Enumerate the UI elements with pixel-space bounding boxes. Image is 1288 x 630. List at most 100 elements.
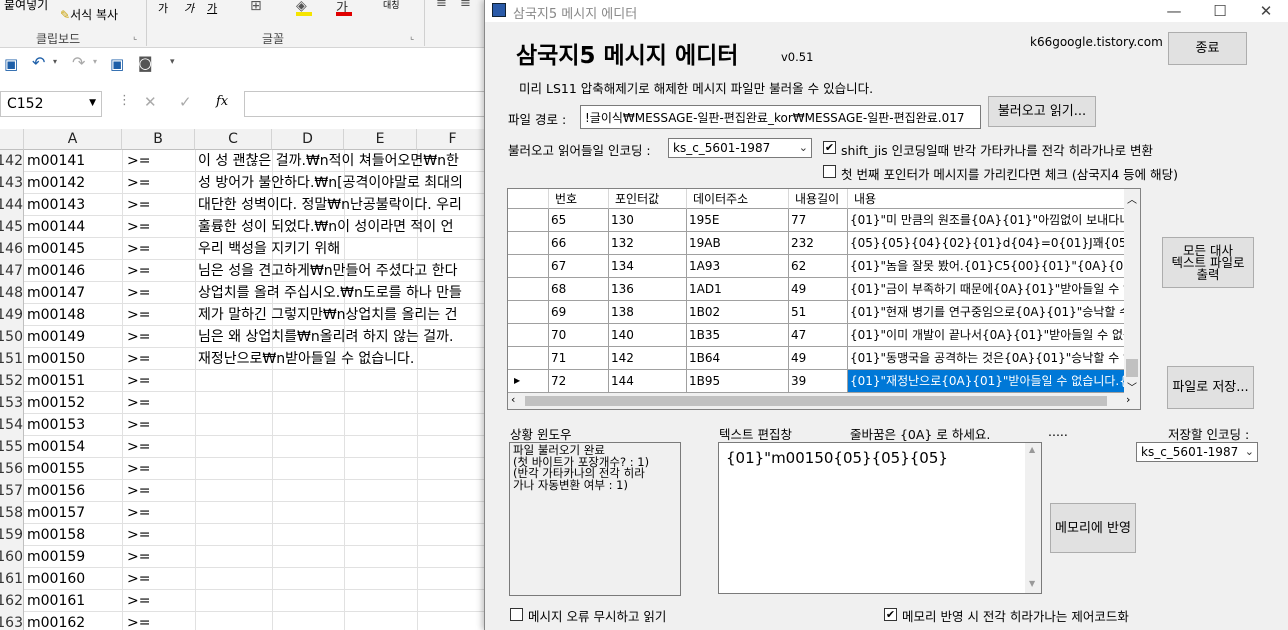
cell-b[interactable]: >= [127,326,150,348]
row-number[interactable]: 148 [0,282,24,304]
row-number[interactable]: 151 [0,348,24,370]
cell-b[interactable]: >= [127,612,150,630]
format-painter-button[interactable]: ✎서식 복사 [60,6,118,23]
grid-cell-address[interactable]: 1A93 [687,255,789,277]
grid-cell-pointer[interactable]: 138 [609,301,687,323]
cell-b[interactable]: >= [127,194,150,216]
row-header[interactable] [508,278,549,300]
save-as-icon[interactable]: ▣ [110,55,124,73]
row-number[interactable]: 161 [0,568,24,590]
undo-icon[interactable]: ↶ [32,53,45,72]
scroll-thumb[interactable] [525,396,1107,406]
cell-a[interactable]: m00150 [27,348,85,370]
column-header-f[interactable]: F [417,129,489,150]
undo-dropdown-icon[interactable]: ▾ [53,57,57,66]
encoding-select[interactable]: ks_c_5601-1987 ⌄ [668,138,812,158]
table-row[interactable]: 69 138 1B02 51 {01}"현재 병기를 연구중임으로{0A}{01}"승낙… [508,301,1130,324]
grid-header-length[interactable]: 내용길이 [789,189,848,209]
cell-b[interactable]: >= [127,150,150,172]
grid-cell-no[interactable]: 69 [549,301,609,323]
cell-a[interactable]: m00142 [27,172,85,194]
cell-b[interactable]: >= [127,590,150,612]
grid-cell-length[interactable]: 62 [789,255,848,277]
cancel-icon[interactable]: ✕ [144,93,157,111]
cell-a[interactable]: m00147 [27,282,85,304]
grid-cell-address[interactable]: 1B35 [687,324,789,346]
cell-c[interactable]: 대단한 성벽이다. 정말₩n난공불락이다. 우리 [198,194,486,216]
grid-cell-no[interactable]: 65 [549,209,609,231]
cell-c[interactable]: 성 방어가 불안하다.₩n[공격이야말로 최대의 [198,172,486,194]
save-encoding-select[interactable]: ks_c_5601-1987 ⌄ [1136,442,1258,462]
dialog-launcher-icon[interactable]: ⌞ [410,32,414,42]
grid-cell-content[interactable]: {01}"이미 개발이 끝나서{0A}{01}"받아들일 수 없습... [848,324,1130,346]
cell-a[interactable]: m00149 [27,326,85,348]
table-row[interactable]: 65 130 195E 77 {01}"미 만큼의 원조를{0A}{01}"아낌없이 보… [508,209,1130,232]
cell-b[interactable]: >= [127,348,150,370]
cell-a[interactable]: m00144 [27,216,85,238]
select-all-corner[interactable] [0,129,24,150]
cell-b[interactable]: >= [127,480,150,502]
row-header[interactable] [508,301,549,323]
cell-a[interactable]: m00154 [27,436,85,458]
align-left-icon[interactable]: ≡ [436,0,447,11]
cell-c[interactable]: 님은 성을 견고하게₩n만들어 주셨다고 한다 [198,260,486,282]
scroll-up-icon[interactable]: ︿ [1127,191,1137,206]
cell-c[interactable]: 재정난으로₩n받아들일 수 없습니다. [198,348,486,370]
table-row[interactable]: 66 132 19AB 232 {05}{05}{04}{02}{01}d{04}=0{… [508,232,1130,255]
grid-cell-address[interactable]: 1B64 [687,347,789,369]
cell-a[interactable]: m00162 [27,612,85,630]
row-number[interactable]: 144 [0,194,24,216]
cell-c[interactable]: 제가 말하긴 그렇지만₩n상업치를 올리는 건 [198,304,486,326]
phonetic-button[interactable]: 대칭 [383,0,400,11]
grid-cell-length[interactable]: 232 [789,232,848,254]
apply-memory-button[interactable]: 메모리에 반영 [1050,503,1136,553]
cell-a[interactable]: m00143 [27,194,85,216]
cell-a[interactable]: m00153 [27,414,85,436]
insert-function-button[interactable]: fx [216,94,228,109]
row-header[interactable] [508,255,549,277]
italic-button[interactable]: 가 [184,0,194,16]
cell-a[interactable]: m00156 [27,480,85,502]
grid-cell-pointer[interactable]: 142 [609,347,687,369]
row-number[interactable]: 162 [0,590,24,612]
table-row[interactable]: 71 142 1B64 49 {01}"동맹국을 공격하는 것은{0A}{01}"승낙할… [508,347,1130,370]
cell-c[interactable]: 상업치를 올려 주십시오.₩n도로를 하나 만들 [198,282,486,304]
column-header-c[interactable]: C [195,129,272,150]
minimize-icon[interactable]: — [1151,0,1197,22]
grid-horizontal-scrollbar[interactable]: ‹ › [508,393,1140,409]
scroll-up-icon[interactable]: ▲ [1029,445,1035,454]
scroll-down-icon[interactable]: ▼ [1029,579,1035,588]
grid-cell-no[interactable]: 71 [549,347,609,369]
grid-cell-no[interactable]: 68 [549,278,609,300]
grid-cell-length[interactable]: 39 [789,370,848,392]
row-number[interactable]: 145 [0,216,24,238]
bold-button[interactable]: 가 [158,0,168,16]
row-number[interactable]: 160 [0,546,24,568]
grid-cell-no[interactable]: 70 [549,324,609,346]
grid-header-content[interactable]: 내용 [848,189,1128,209]
scroll-left-icon[interactable]: ‹ [511,393,515,406]
column-header-d[interactable]: D [272,129,344,150]
cell-a[interactable]: m00145 [27,238,85,260]
cell-b[interactable]: >= [127,370,150,392]
align-center-icon[interactable]: ≡ [460,0,471,11]
grid-cell-address[interactable]: 1B95 [687,370,789,392]
cell-a[interactable]: m00157 [27,502,85,524]
column-header-a[interactable]: A [24,129,122,150]
cell-b[interactable]: >= [127,414,150,436]
row-header[interactable] [508,347,549,369]
cell-a[interactable]: m00141 [27,150,85,172]
control-code-checkbox[interactable]: ✔ [884,608,897,621]
cell-c[interactable]: 님은 왜 상업치를₩n올리려 하지 않는 걸까. [198,326,486,348]
row-number[interactable]: 156 [0,458,24,480]
row-header[interactable] [508,324,549,346]
text-edit-scrollbar[interactable]: ▲ ▼ [1025,443,1041,593]
grid-cell-length[interactable]: 47 [789,324,848,346]
cell-b[interactable]: >= [127,238,150,260]
grid-cell-content[interactable]: {01}"금이 부족하기 때문에{0A}{01}"받아들일 수 없... [848,278,1130,300]
grid-cell-address[interactable]: 1AD1 [687,278,789,300]
table-row[interactable]: 70 140 1B35 47 {01}"이미 개발이 끝나서{0A}{01}"받아들일 … [508,324,1130,347]
grid-cell-content[interactable]: {01}"놈을 잘못 봤어.{01}C5{00}{01}"{0A}{01}"그렇… [848,255,1130,277]
grid-cell-content[interactable]: {05}{05}{04}{02}{01}d{04}=0{01}J꽤{05}{05… [848,232,1130,254]
cell-b[interactable]: >= [127,216,150,238]
